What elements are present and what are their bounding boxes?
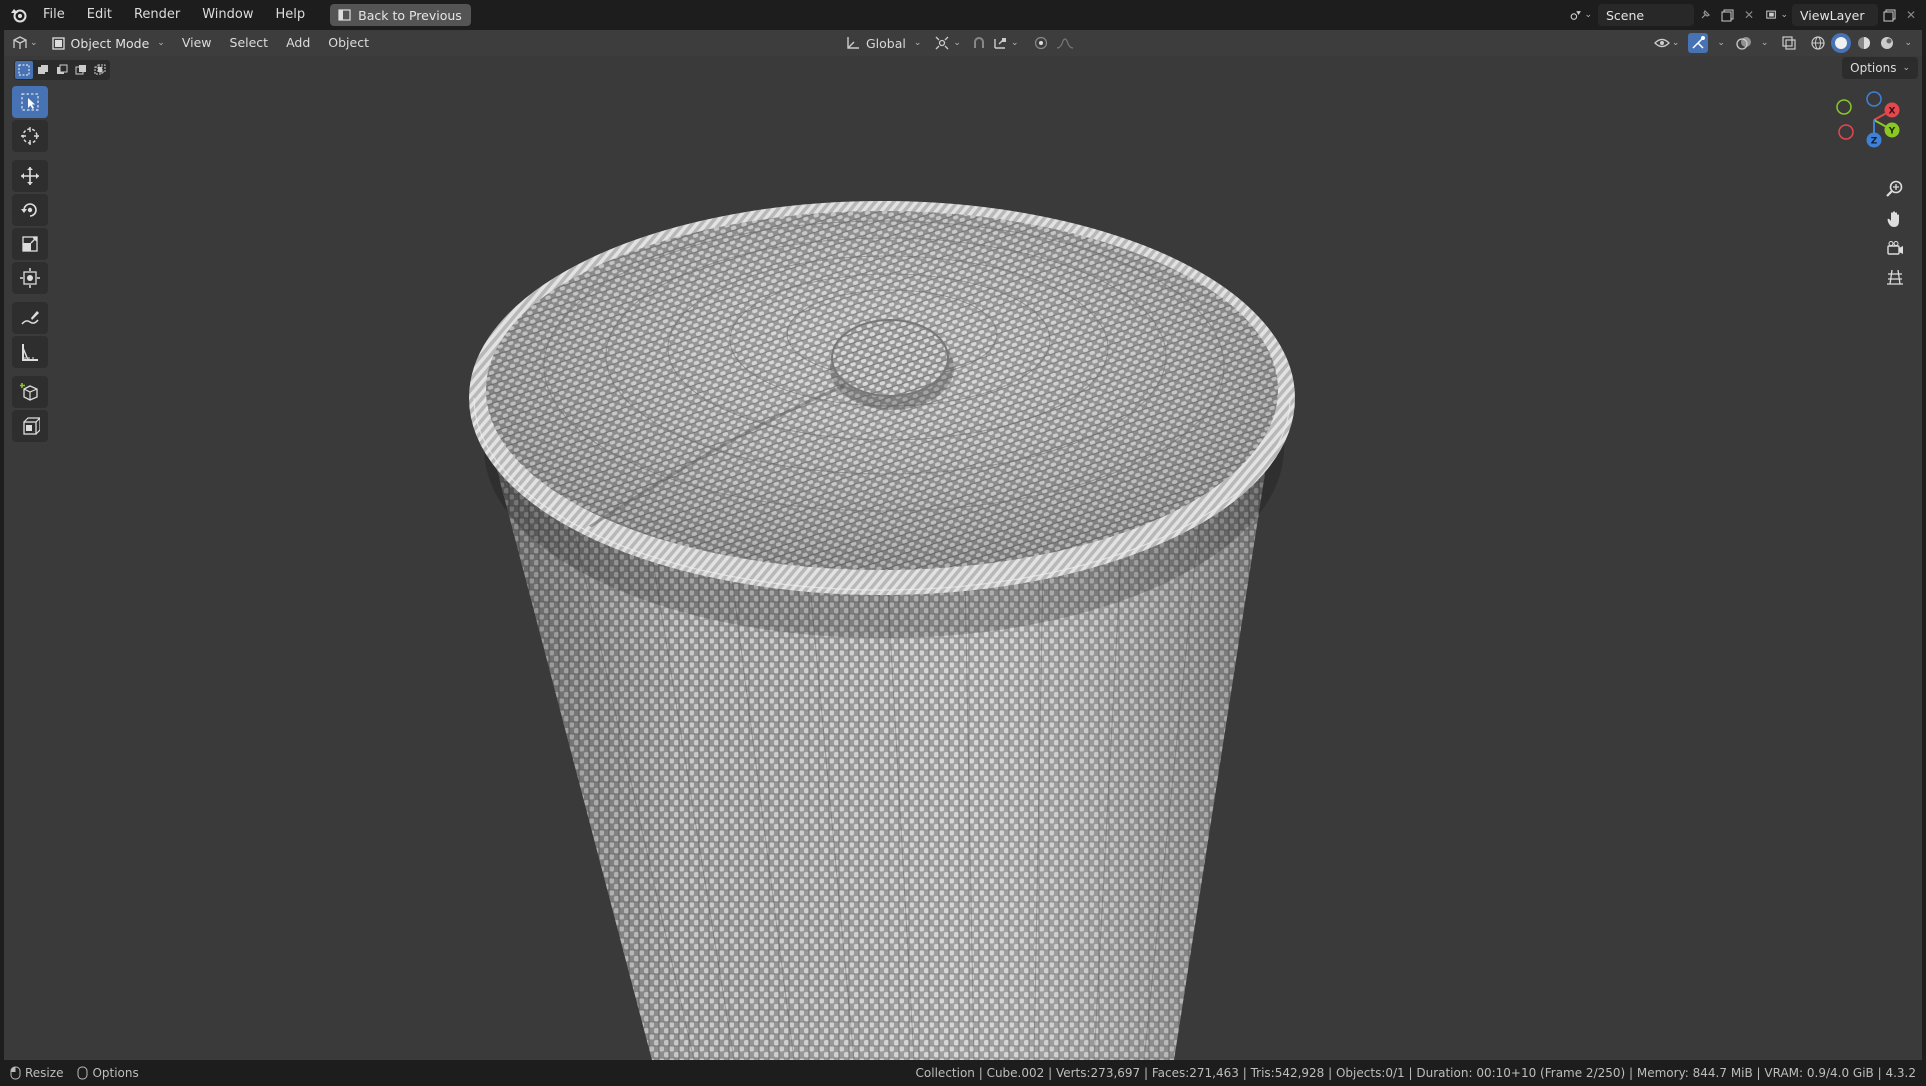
- scene-name: Scene: [1606, 7, 1645, 23]
- delete-viewlayer-icon[interactable]: ✕: [1900, 4, 1922, 26]
- add-cube-icon[interactable]: [12, 376, 48, 408]
- status-options-label: Options: [92, 1066, 139, 1080]
- camera-icon[interactable]: [1880, 236, 1910, 262]
- snap-toggle-icon[interactable]: [969, 33, 989, 53]
- gizmo-x-label: X: [1889, 107, 1896, 117]
- chevron-down-icon: ⌄: [1902, 63, 1910, 73]
- select-box-icon[interactable]: [12, 86, 48, 118]
- select-invert-icon[interactable]: [72, 61, 90, 79]
- transform-controls: Global ⌄ ⌄ ⌄: [842, 30, 1075, 56]
- status-resize-label: Resize: [25, 1066, 64, 1080]
- editor-type-icon[interactable]: ⌄: [12, 33, 38, 53]
- scene-name-field[interactable]: Scene: [1598, 4, 1694, 26]
- top-menu-bar: File Edit Render Window Help Back to Pre…: [0, 0, 1926, 30]
- move-icon[interactable]: [12, 160, 48, 192]
- gizmo-y-label: Y: [1888, 127, 1896, 137]
- pin-icon[interactable]: [1694, 4, 1716, 26]
- gizmo-neg-x[interactable]: [1838, 124, 1854, 140]
- rotate-icon[interactable]: [12, 194, 48, 226]
- options-label: Options: [1850, 61, 1897, 75]
- header-menu-select[interactable]: Select: [221, 30, 278, 56]
- viewlayer-name: ViewLayer: [1800, 7, 1865, 23]
- mouse-left-icon: [10, 1066, 21, 1080]
- visibility-selectability-icon[interactable]: ⌄: [1653, 33, 1679, 53]
- select-intersect-icon[interactable]: [91, 61, 109, 79]
- show-gizmo-icon[interactable]: [1688, 33, 1709, 53]
- header-menu-add[interactable]: Add: [277, 30, 319, 56]
- header-menu-object[interactable]: Object: [319, 30, 378, 56]
- tool-shelf: [12, 86, 48, 444]
- viewlayer-icon[interactable]: ⌄: [1766, 4, 1788, 26]
- status-resize: Resize: [10, 1066, 63, 1080]
- chevron-down-icon: ⌄: [157, 38, 165, 48]
- mode-dropdown[interactable]: Object Mode ⌄: [43, 33, 173, 53]
- menu-window[interactable]: Window: [191, 0, 264, 30]
- gizmo-z-label: Z: [1871, 137, 1878, 147]
- status-scene-stats: Collection | Cube.002 | Verts:273,697 | …: [915, 1066, 1916, 1080]
- cursor-icon[interactable]: [12, 120, 48, 152]
- gizmo-neg-z[interactable]: [1866, 91, 1882, 107]
- status-options: Options: [77, 1066, 139, 1080]
- viewlayer-name-field[interactable]: ViewLayer: [1792, 4, 1878, 26]
- pan-hand-icon[interactable]: [1880, 206, 1910, 232]
- xray-toggle-icon[interactable]: [1779, 33, 1799, 53]
- viewport-display-controls: ⌄ ⌄ ⌄ ⌄: [1653, 30, 1912, 56]
- 3d-viewport[interactable]: Options ⌄ X Y Z: [4, 56, 1922, 1060]
- orientation-icon: [847, 37, 859, 49]
- mode-label: Object Mode: [70, 35, 150, 51]
- gizmo-neg-y[interactable]: [1836, 99, 1852, 115]
- menu-help[interactable]: Help: [265, 0, 317, 30]
- select-new-icon[interactable]: [15, 61, 33, 79]
- navigation-gizmo[interactable]: X Y Z: [1828, 82, 1908, 162]
- annotate-icon[interactable]: [12, 302, 48, 334]
- select-subtract-icon[interactable]: [53, 61, 71, 79]
- back-icon: [338, 9, 351, 21]
- menu-file[interactable]: File: [32, 0, 76, 30]
- pivot-point-icon[interactable]: ⌄: [935, 33, 961, 53]
- measure-icon[interactable]: [12, 336, 48, 368]
- add-cube-2-icon[interactable]: [12, 410, 48, 442]
- status-bar: Resize Options Collection | Cube.002 | V…: [0, 1060, 1926, 1086]
- selection-mode-buttons: [14, 60, 110, 80]
- transform-icon[interactable]: [12, 262, 48, 294]
- material-preview-icon[interactable]: [1854, 33, 1874, 53]
- grid-ortho-icon[interactable]: [1880, 264, 1910, 290]
- back-to-previous-label: Back to Previous: [358, 7, 462, 23]
- proportional-edit-icon[interactable]: [1031, 33, 1051, 53]
- zoom-icon[interactable]: [1880, 176, 1910, 202]
- rendered-shading-icon[interactable]: [1877, 33, 1897, 53]
- scene-viewlayer-controls: ⌄ Scene ✕ ⌄ ViewLayer ✕: [1570, 0, 1926, 30]
- shading-options-chevron[interactable]: ⌄: [1904, 38, 1912, 48]
- wicker-basket-model[interactable]: [4, 56, 1922, 1060]
- orientation-label: Global: [866, 35, 906, 51]
- transform-orientation-dropdown[interactable]: Global ⌄: [842, 33, 925, 53]
- new-scene-icon[interactable]: [1716, 4, 1738, 26]
- new-viewlayer-icon[interactable]: [1878, 4, 1900, 26]
- wireframe-shading-icon[interactable]: [1808, 33, 1828, 53]
- header-menu-view[interactable]: View: [173, 30, 221, 56]
- show-overlays-icon[interactable]: [1734, 33, 1754, 53]
- scale-icon[interactable]: [12, 228, 48, 260]
- falloff-icon[interactable]: [1055, 33, 1075, 53]
- menu-edit[interactable]: Edit: [76, 0, 123, 30]
- blender-logo-icon[interactable]: [6, 0, 32, 30]
- snap-target-icon[interactable]: ⌄: [993, 33, 1019, 53]
- mouse-right-icon: [77, 1066, 88, 1080]
- delete-scene-icon[interactable]: ✕: [1738, 4, 1760, 26]
- select-extend-icon[interactable]: [34, 61, 52, 79]
- menu-render[interactable]: Render: [123, 0, 191, 30]
- back-to-previous-button[interactable]: Back to Previous: [330, 4, 471, 26]
- object-mode-icon: [51, 36, 65, 50]
- solid-shading-icon[interactable]: [1831, 33, 1852, 53]
- options-dropdown[interactable]: Options ⌄: [1842, 57, 1918, 79]
- viewport-header: ⌄ Object Mode ⌄ View Select Add Object G…: [4, 30, 1922, 56]
- scene-type-icon[interactable]: ⌄: [1570, 4, 1592, 26]
